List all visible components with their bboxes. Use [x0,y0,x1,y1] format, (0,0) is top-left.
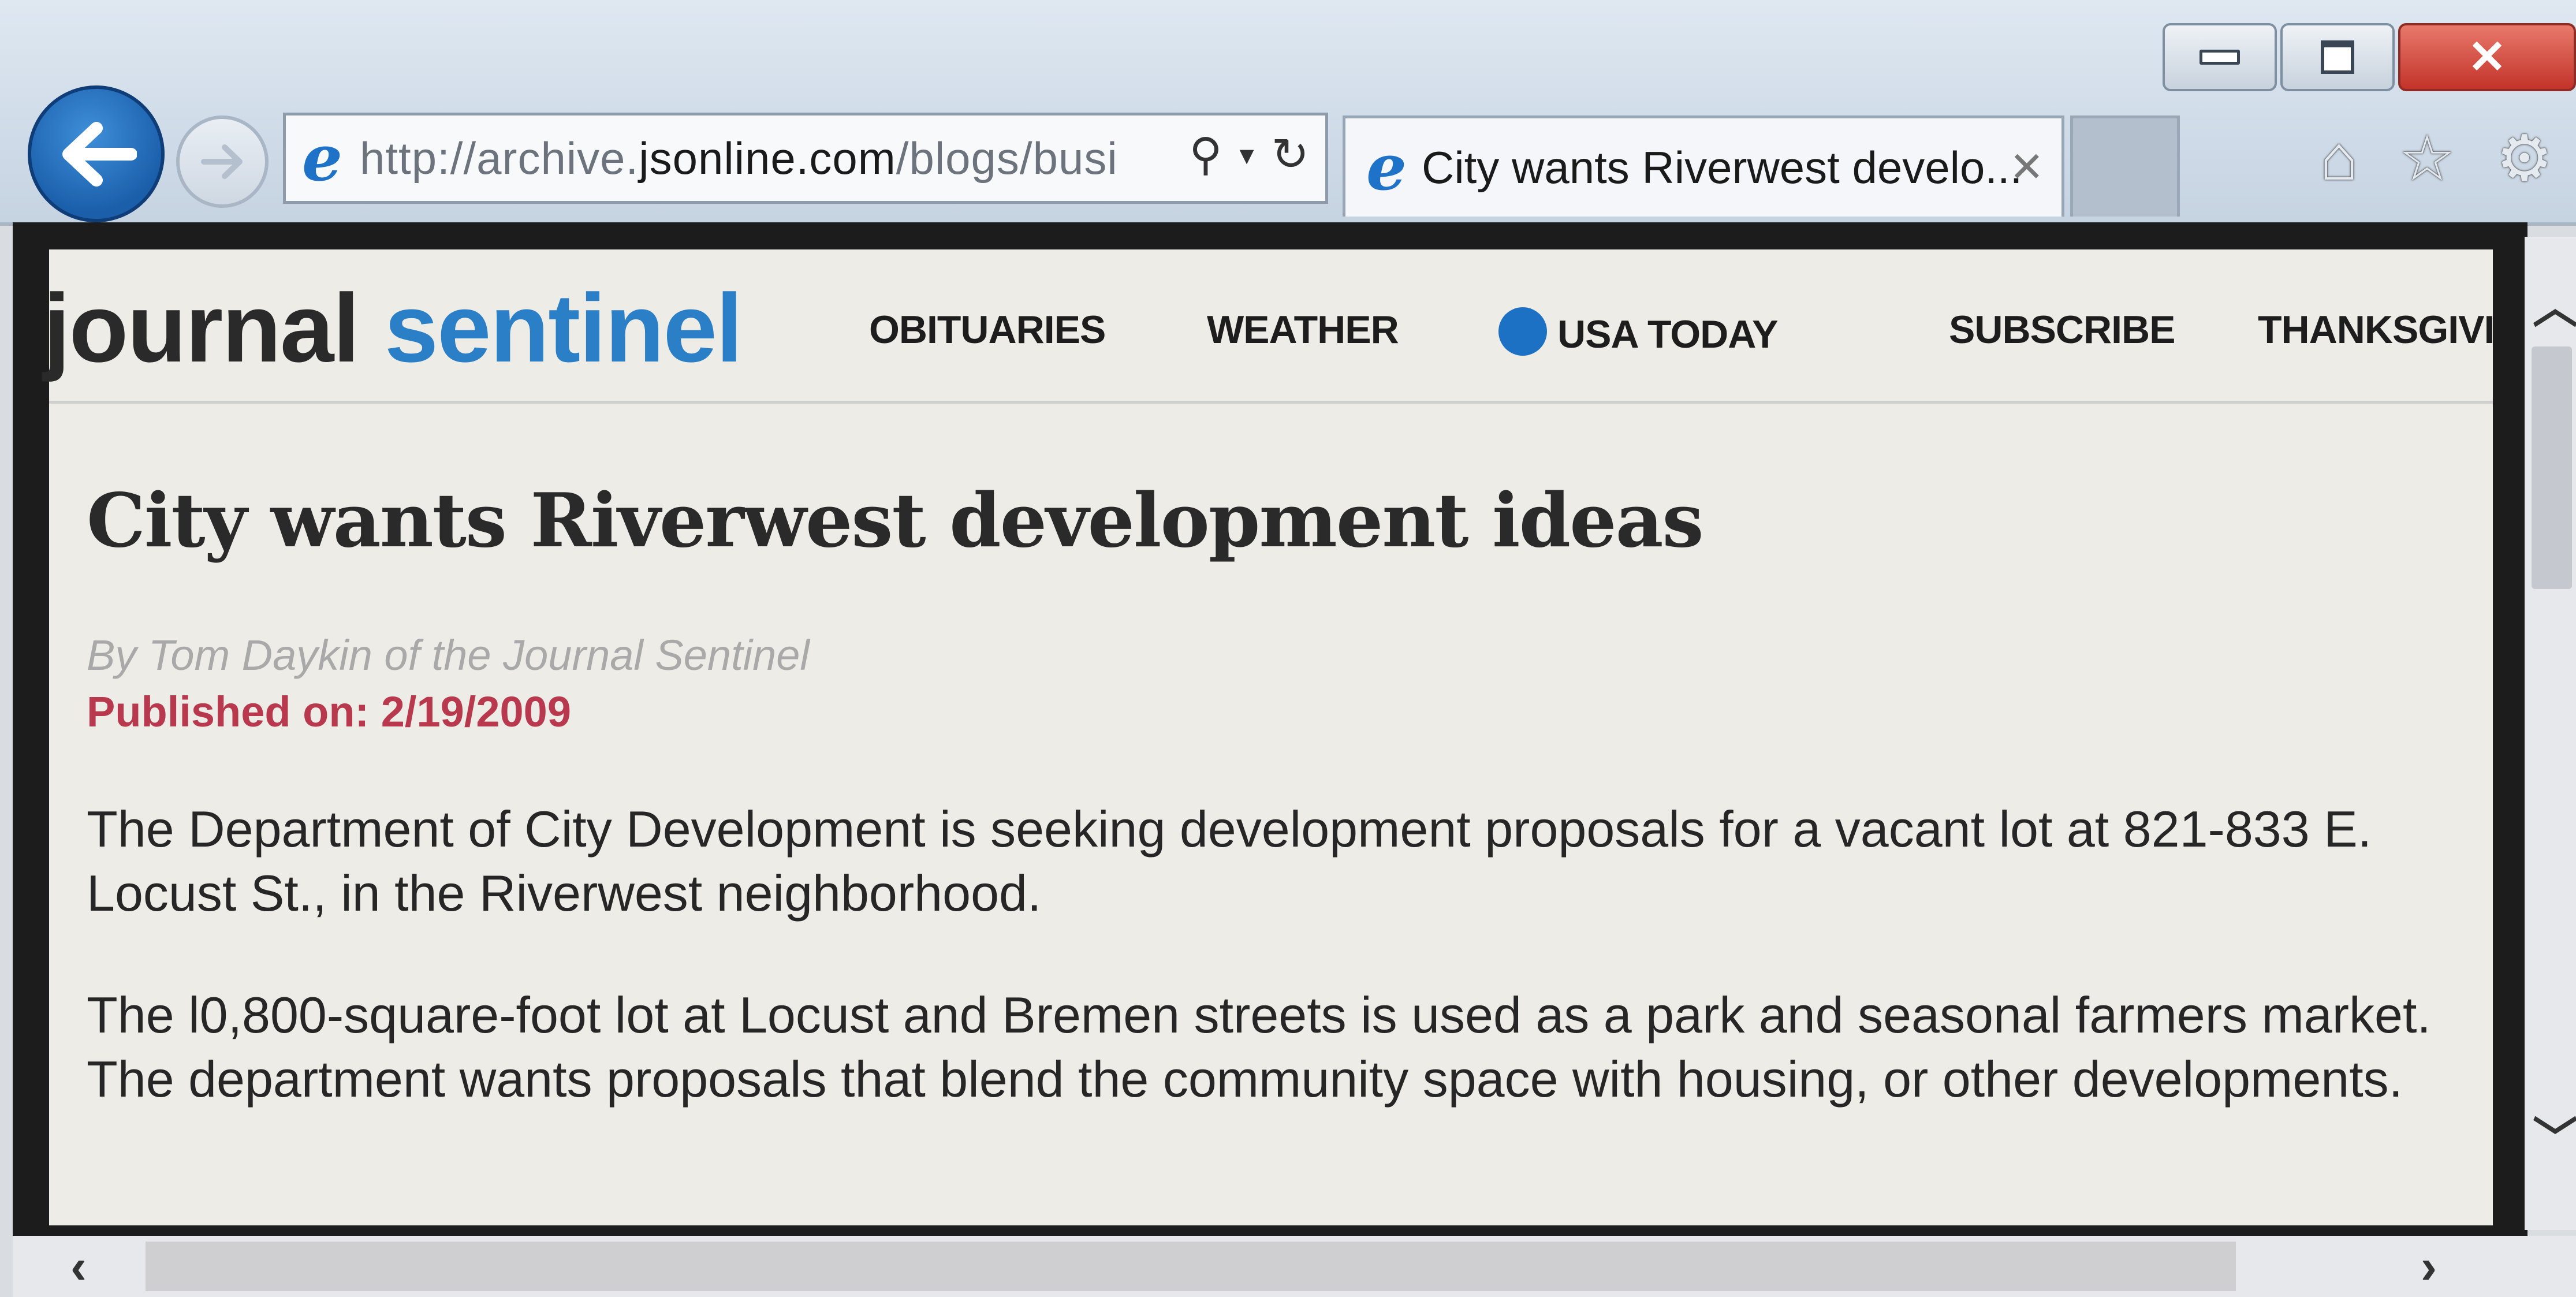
tab-title: City wants Riverwest develo... [1422,141,2023,193]
article-headline: City wants Riverwest development ideas [87,478,1704,564]
maximize-button[interactable] [2280,23,2395,91]
dropdown-icon[interactable]: ▾ [1240,138,1254,172]
nav-obituaries[interactable]: OBITUARIES [869,307,1106,352]
close-icon: ✕ [2467,31,2507,83]
star-icon[interactable]: ☆ [2399,121,2456,195]
search-icon[interactable]: ⚲ [1189,128,1222,181]
scroll-up-icon[interactable]: ︿ [2533,271,2576,336]
ie-icon: e [302,121,342,195]
new-tab-button[interactable] [2070,115,2180,217]
refresh-icon[interactable]: ↻ [1272,128,1309,181]
nav-weather[interactable]: WEATHER [1207,307,1399,352]
article-byline: By Tom Daykin of the Journal Sentinel [87,631,810,679]
home-icon[interactable]: ⌂ [2320,121,2358,195]
back-icon [62,121,137,187]
horizontal-scroll-thumb[interactable] [146,1242,2236,1291]
vertical-scroll-thumb[interactable] [2532,346,2572,589]
horizontal-scrollbar[interactable]: ‹ › [13,1236,2576,1297]
browser-chrome: ✕ e http://archive.jsonline.com/blogs/bu… [0,0,2576,226]
usa-today-dot-icon [1498,307,1547,356]
minimize-icon [2200,50,2240,65]
browser-tools: ⌂ ☆ ⚙ [2320,121,2553,195]
minimize-button[interactable] [2163,23,2277,91]
gear-icon[interactable]: ⚙ [2496,121,2553,195]
ie-icon: e [1366,130,1407,204]
article-paragraph: The l0,800-square-foot lot at Locust and… [87,986,2431,1108]
article-paragraph: The Department of City Development is se… [87,800,2372,922]
window-controls: ✕ [2159,23,2576,91]
site-nav: OBITUARIES WEATHER USA TODAY SUBSCRIBE T… [869,307,2493,365]
close-window-button[interactable]: ✕ [2398,23,2576,91]
scroll-left-icon[interactable]: ‹ [70,1239,87,1295]
address-bar[interactable]: e http://archive.jsonline.com/blogs/busi… [283,113,1328,204]
masthead: journal sentinel OBITUARIES WEATHER USA … [43,249,2493,404]
nav-subscribe[interactable]: SUBSCRIBE [1949,307,2175,352]
forward-icon [201,144,243,179]
nav-thanksgiving[interactable]: THANKSGIVIN [2258,307,2493,352]
back-button[interactable] [28,85,165,222]
address-url[interactable]: http://archive.jsonline.com/blogs/busi [360,132,1118,185]
scroll-down-icon[interactable]: ﹀ [2533,1103,2576,1168]
maximize-icon [2321,40,2354,74]
nav-usa-today[interactable]: USA TODAY [1498,307,1778,357]
vertical-scrollbar[interactable]: ︿ ﹀ [2525,237,2576,1230]
forward-button[interactable] [176,115,269,208]
web-page: journal sentinel OBITUARIES WEATHER USA … [43,249,2493,1225]
scroll-right-icon[interactable]: › [2421,1239,2437,1295]
close-tab-icon[interactable]: ✕ [2010,143,2044,191]
tab-active[interactable]: e City wants Riverwest develo... ✕ [1343,115,2064,217]
article-published-date: Published on: 2/19/2009 [87,688,571,736]
site-logo[interactable]: journal sentinel [43,273,743,384]
